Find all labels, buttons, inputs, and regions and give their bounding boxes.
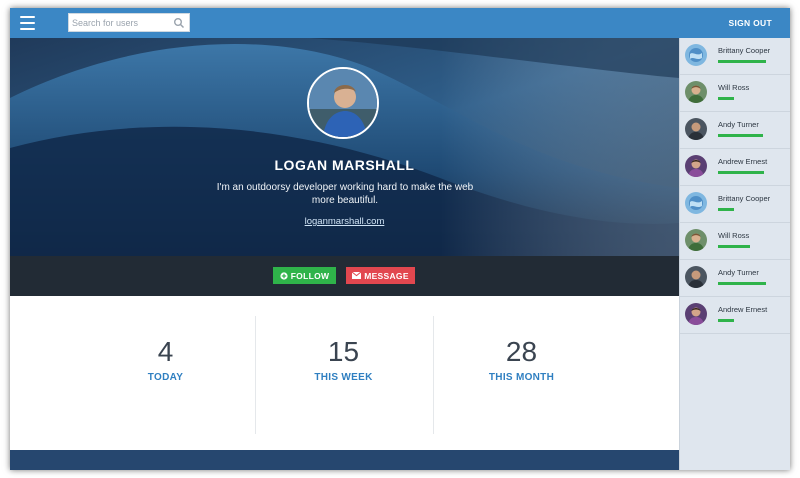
- user-name: Will Ross: [718, 83, 750, 92]
- user-progress-bar: [718, 60, 766, 63]
- user-name: Andy Turner: [718, 120, 759, 129]
- user-avatar: [685, 303, 707, 325]
- user-list-item[interactable]: Andrew Ernest: [680, 297, 790, 334]
- profile-link-wrapper: loganmarshall.com: [10, 216, 679, 227]
- footer-bar: [10, 450, 679, 470]
- user-progress-bar: [718, 282, 766, 285]
- top-bar: SIGN OUT: [10, 8, 790, 38]
- stat-this-month: 28 THIS MONTH: [434, 296, 609, 450]
- stat-value: 4: [157, 336, 174, 367]
- user-avatar: [685, 192, 707, 214]
- profile-hero: LOGAN MARSHALL I'm an outdoorsy develope…: [10, 38, 679, 256]
- envelope-icon: [352, 272, 362, 279]
- sign-out-button[interactable]: SIGN OUT: [729, 18, 773, 28]
- user-name: Will Ross: [718, 231, 750, 240]
- user-progress-bar: [718, 319, 734, 322]
- user-list-item[interactable]: Andrew Ernest: [680, 149, 790, 186]
- app-window: SIGN OUT: [10, 8, 790, 470]
- user-progress-bar: [718, 208, 734, 211]
- user-list-item[interactable]: Brittany Cooper: [680, 38, 790, 75]
- profile-bio: I'm an outdoorsy developer working hard …: [216, 182, 474, 206]
- stat-label: TODAY: [147, 372, 184, 383]
- stat-label: THIS WEEK: [314, 372, 373, 383]
- menu-icon[interactable]: [20, 16, 35, 30]
- user-list-item[interactable]: Will Ross: [680, 223, 790, 260]
- user-list-item[interactable]: Will Ross: [680, 75, 790, 112]
- user-name: Andrew Ernest: [718, 157, 768, 166]
- stats-panel: 4 TODAY 15 THIS WEEK 28 THIS MONTH: [10, 296, 679, 450]
- user-avatar: [685, 155, 707, 177]
- plus-circle-icon: [280, 271, 288, 280]
- follow-label: FOLLOW: [290, 270, 330, 281]
- search-icon[interactable]: [173, 17, 185, 29]
- user-name: Andrew Ernest: [718, 305, 768, 314]
- message-button[interactable]: MESSAGE: [346, 267, 415, 284]
- message-label: MESSAGE: [364, 270, 409, 281]
- follow-button[interactable]: FOLLOW: [273, 267, 336, 284]
- profile-avatar[interactable]: [307, 67, 379, 139]
- user-list-item[interactable]: Andy Turner: [680, 260, 790, 297]
- user-name: Brittany Cooper: [718, 46, 771, 55]
- profile-photo-image: [309, 69, 377, 137]
- user-avatar: [685, 266, 707, 288]
- user-avatar: [685, 44, 707, 66]
- user-avatar: [685, 81, 707, 103]
- user-name: Andy Turner: [718, 268, 759, 277]
- user-progress-bar: [718, 171, 764, 174]
- user-name: Brittany Cooper: [718, 194, 771, 203]
- stat-value: 15: [327, 336, 360, 367]
- search-input[interactable]: [72, 16, 172, 30]
- user-progress-bar: [718, 245, 750, 248]
- user-progress-bar: [718, 134, 763, 137]
- stat-this-week: 15 THIS WEEK: [256, 296, 431, 450]
- user-list-item[interactable]: Andy Turner: [680, 112, 790, 149]
- stat-label: THIS MONTH: [488, 372, 555, 383]
- user-avatar: [685, 229, 707, 251]
- profile-website-link[interactable]: loganmarshall.com: [305, 216, 385, 227]
- user-list-item[interactable]: Brittany Cooper: [680, 186, 790, 223]
- search-box: [68, 13, 190, 32]
- user-progress-bar: [718, 97, 734, 100]
- user-avatar: [685, 118, 707, 140]
- action-bar: FOLLOW MESSAGE: [10, 256, 679, 296]
- user-sidebar: Brittany Cooper Will Ross Andy Turner An…: [679, 38, 790, 470]
- profile-name: LOGAN MARSHALL: [274, 157, 415, 173]
- stat-today: 4 TODAY: [78, 296, 253, 450]
- stat-value: 28: [505, 336, 538, 367]
